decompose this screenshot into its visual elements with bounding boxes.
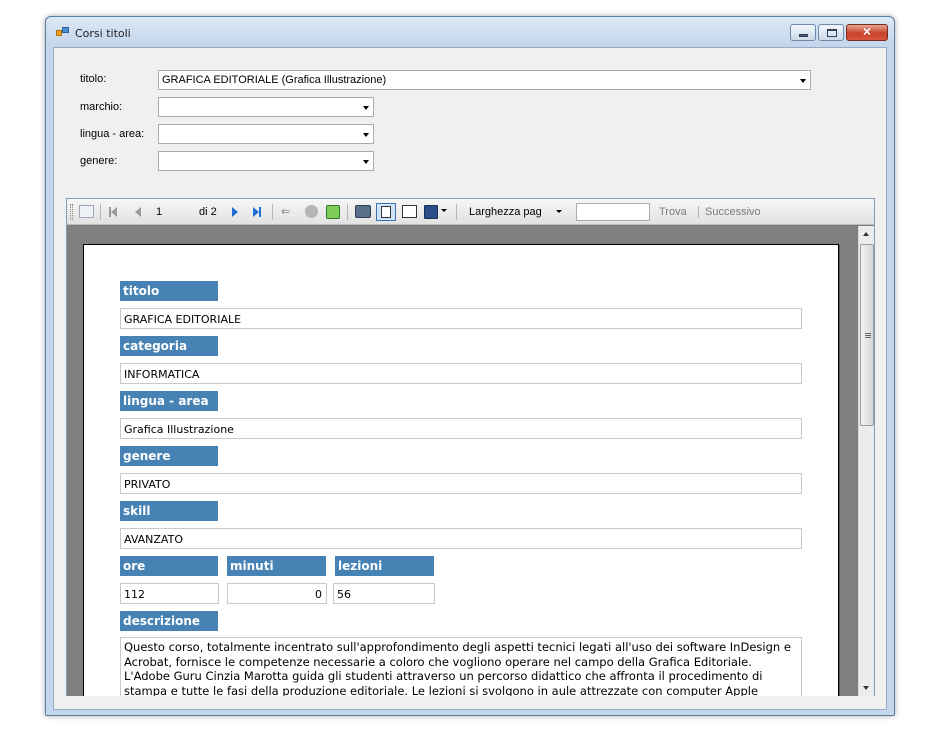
dropdown-arrow-icon xyxy=(363,106,369,110)
back-button[interactable]: ⇐ xyxy=(281,205,290,218)
descrizione-value: Questo corso, totalmente incentrato sull… xyxy=(120,637,802,696)
lingua-combobox[interactable] xyxy=(158,124,374,144)
marchio-label: marchio: xyxy=(80,101,123,113)
dropdown-arrow-icon xyxy=(800,79,806,83)
back-arrow-icon: ⇐ xyxy=(281,206,291,218)
document-map-icon xyxy=(79,205,94,218)
find-next-button[interactable]: Successivo xyxy=(705,206,761,218)
search-input[interactable] xyxy=(576,203,650,221)
stop-button[interactable] xyxy=(305,205,318,219)
close-button[interactable]: ✕ xyxy=(846,24,888,41)
refresh-icon xyxy=(326,205,340,219)
titolo-combobox[interactable]: GRAFICA EDITORIALE (Grafica Illustrazion… xyxy=(158,70,811,90)
chevron-down-icon xyxy=(441,209,447,212)
maximize-button[interactable] xyxy=(818,24,844,41)
marchio-combobox[interactable] xyxy=(158,97,374,117)
refresh-button[interactable] xyxy=(326,205,340,219)
lezioni-value: 56 xyxy=(333,583,435,604)
ore-value: 112 xyxy=(120,583,219,604)
page-count-label: di 2 xyxy=(199,206,217,218)
titolo-label: titolo: xyxy=(80,73,107,85)
find-button[interactable]: Trova xyxy=(659,206,687,218)
minimize-button[interactable] xyxy=(790,24,816,41)
print-button[interactable] xyxy=(355,205,371,219)
previous-page-button[interactable] xyxy=(135,207,141,221)
main-window: Corsi titoli ✕ titolo: GRAFICA EDITORIAL… xyxy=(45,16,895,716)
maximize-icon xyxy=(827,29,837,37)
window-title: Corsi titoli xyxy=(75,27,131,40)
scroll-down-icon[interactable] xyxy=(863,686,869,690)
stop-icon xyxy=(305,205,318,218)
title-bar[interactable]: Corsi titoli ✕ xyxy=(46,17,894,47)
titolo-combobox-value: GRAFICA EDITORIALE (Grafica Illustrazion… xyxy=(162,74,387,86)
printer-icon xyxy=(355,205,371,218)
titolo-header: titolo xyxy=(120,281,218,301)
close-icon: ✕ xyxy=(862,26,872,38)
previous-page-icon xyxy=(135,207,141,217)
first-page-button[interactable] xyxy=(109,205,117,219)
page-setup-button[interactable] xyxy=(402,205,417,219)
chevron-down-icon xyxy=(556,210,562,213)
print-layout-button[interactable] xyxy=(376,203,396,221)
zoom-select[interactable]: Larghezza pag xyxy=(469,206,542,218)
minimize-icon xyxy=(799,34,808,37)
minuti-value: 0 xyxy=(227,583,327,604)
titolo-value: GRAFICA EDITORIALE xyxy=(120,308,802,329)
scroll-up-icon[interactable] xyxy=(863,232,869,236)
document-map-button[interactable] xyxy=(79,205,94,219)
export-button[interactable] xyxy=(424,205,438,219)
genere-value: PRIVATO xyxy=(120,473,802,494)
report-page: titolo GRAFICA EDITORIALE categoria INFO… xyxy=(83,244,839,696)
report-viewer: 1 di 2 ⇐ Larghezza pag Trova Successivo … xyxy=(66,198,875,696)
next-page-button[interactable] xyxy=(232,207,238,221)
current-page-input[interactable]: 1 xyxy=(156,206,162,218)
genere-label: genere: xyxy=(80,155,118,167)
app-icon xyxy=(56,27,70,39)
skill-header: skill xyxy=(120,501,218,521)
export-dropdown-button[interactable] xyxy=(441,209,447,223)
page-setup-icon xyxy=(402,205,417,218)
minuti-header: minuti xyxy=(227,556,326,576)
lingua-label: lingua - area: xyxy=(80,128,145,140)
form-client-area: titolo: GRAFICA EDITORIALE (Grafica Illu… xyxy=(53,47,887,710)
dropdown-arrow-icon xyxy=(363,133,369,137)
report-toolbar: 1 di 2 ⇐ Larghezza pag Trova Successivo xyxy=(67,199,874,225)
lingua-header: lingua - area xyxy=(120,391,218,411)
vertical-scrollbar[interactable] xyxy=(858,226,874,696)
next-page-icon xyxy=(232,207,238,217)
genere-header: genere xyxy=(120,446,218,466)
report-canvas: titolo GRAFICA EDITORIALE categoria INFO… xyxy=(67,226,858,696)
descrizione-header: descrizione xyxy=(120,611,218,631)
zoom-dropdown-button[interactable] xyxy=(556,210,562,224)
lezioni-header: lezioni xyxy=(335,556,434,576)
scrollbar-thumb[interactable] xyxy=(860,244,874,426)
categoria-header: categoria xyxy=(120,336,218,356)
save-disk-icon xyxy=(424,205,438,219)
print-layout-icon xyxy=(381,206,391,218)
genere-combobox[interactable] xyxy=(158,151,374,171)
lingua-value: Grafica Illustrazione xyxy=(120,418,802,439)
categoria-value: INFORMATICA xyxy=(120,363,802,384)
toolbar-grip[interactable] xyxy=(70,204,73,220)
skill-value: AVANZATO xyxy=(120,528,802,549)
ore-header: ore xyxy=(120,556,218,576)
last-page-button[interactable] xyxy=(253,205,261,219)
dropdown-arrow-icon xyxy=(363,160,369,164)
